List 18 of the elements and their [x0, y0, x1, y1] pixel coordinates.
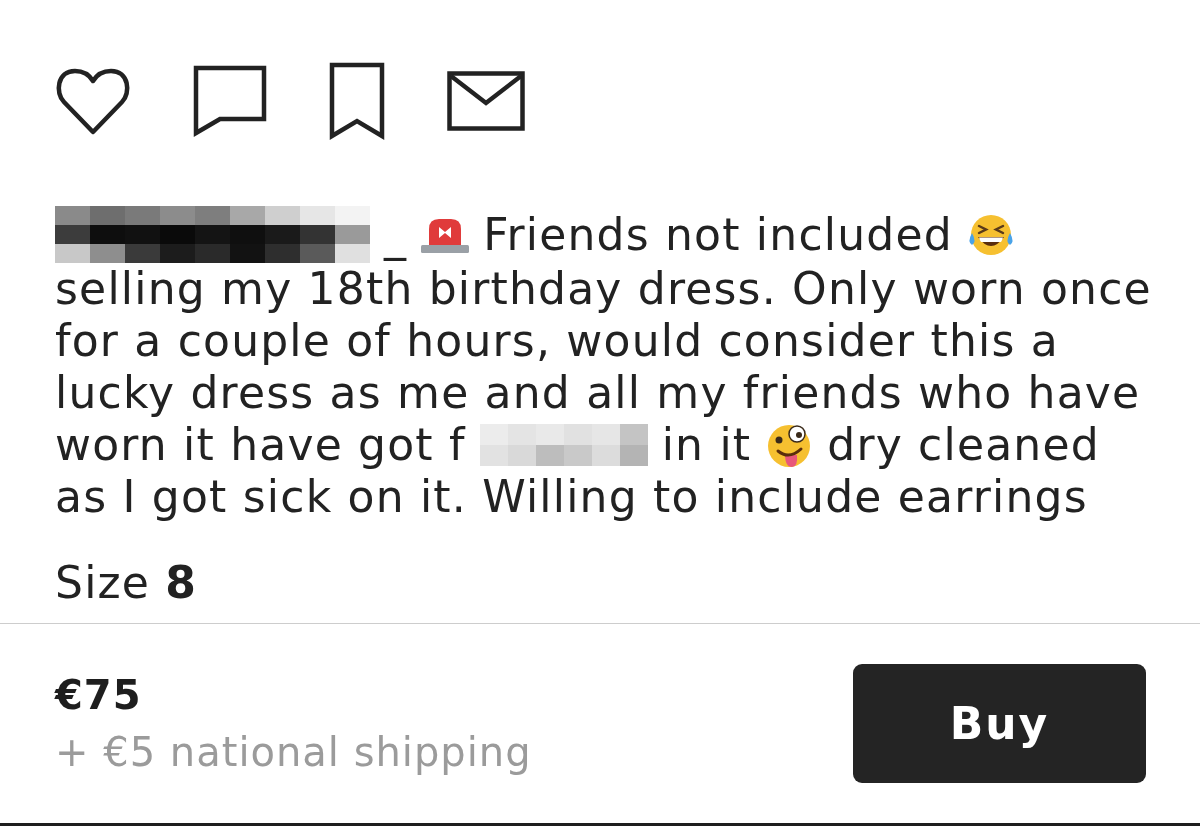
- description-text: _: [384, 208, 408, 261]
- speech-bubble-icon[interactable]: [193, 65, 267, 137]
- laughing-tears-emoji-icon: [966, 212, 1015, 257]
- bookmark-icon[interactable]: [329, 62, 385, 140]
- description-text: selling my 18th birthday dress. Only worn once: [55, 263, 1152, 315]
- envelope-icon[interactable]: [447, 71, 525, 131]
- description-text: Friends not included: [483, 208, 953, 261]
- description-text: for a couple of hours, would consider this a: [55, 315, 1059, 367]
- description-text: dry cleaned: [827, 419, 1100, 471]
- siren-emoji-icon: [421, 216, 470, 253]
- size-label: Size 8: [55, 557, 198, 609]
- description-text: worn it have got f: [55, 419, 466, 471]
- shipping-cost-text: + €5 national shipping: [55, 730, 532, 774]
- description-text: in it: [661, 419, 752, 471]
- buy-button[interactable]: Buy: [853, 664, 1146, 783]
- description-text: as I got sick on it. Willing to include earrings: [55, 471, 1088, 523]
- price-text: €75: [55, 673, 142, 717]
- description-text: lucky dress as me and all my friends who have: [55, 367, 1141, 419]
